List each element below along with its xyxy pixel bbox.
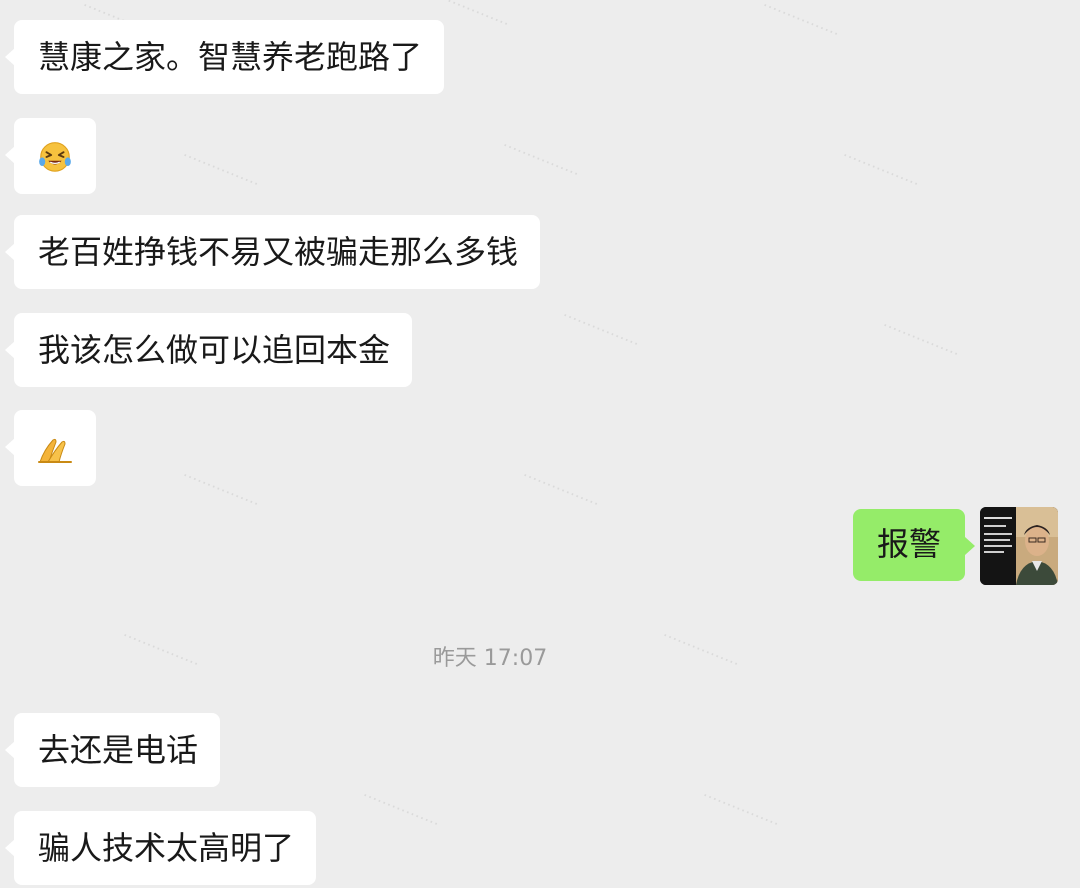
watermark-text: ················ [179, 465, 262, 514]
crying-laughing-face-icon [39, 142, 71, 172]
message-text: 我该怎么做可以追回本金 [38, 331, 391, 369]
message-text: 慧康之家。智慧养老跑路了 [38, 38, 423, 76]
message-text: 骗人技术太高明了 [38, 829, 295, 867]
message-text: 老百姓挣钱不易又被骗走那么多钱 [38, 233, 519, 271]
message-bubble-incoming[interactable]: 去还是电话 [4, 713, 221, 787]
watermark-text: ················ [359, 785, 442, 834]
watermark-text: ················ [179, 145, 262, 194]
avatar-image [980, 507, 1058, 585]
watermark-text: ················ [499, 135, 582, 184]
watermark-text: ················ [519, 465, 602, 514]
watermark-text: ················ [699, 785, 782, 834]
message-bubble-incoming[interactable] [5, 118, 96, 194]
timestamp: 昨天 17:07 [432, 646, 548, 671]
message-bubble-outgoing[interactable]: 报警 [853, 509, 976, 581]
message-text: 报警 [877, 525, 942, 563]
avatar[interactable] [980, 507, 1058, 585]
message-bubble-incoming[interactable]: 老百姓挣钱不易又被骗走那么多钱 [4, 215, 541, 289]
folded-hands-icon [38, 438, 72, 463]
message-bubble-incoming[interactable] [5, 410, 96, 486]
message-bubble-incoming[interactable]: 骗人技术太高明了 [4, 811, 317, 885]
message-bubble-incoming[interactable]: 我该怎么做可以追回本金 [4, 313, 413, 387]
watermark-text: ················ [559, 305, 642, 354]
watermark-text: ················ [759, 0, 842, 44]
watermark-text: ················ [879, 315, 962, 364]
watermark-text: ················ [839, 145, 922, 194]
message-text: 去还是电话 [38, 731, 199, 769]
chat-area[interactable]: ················ ················ ······… [0, 0, 1080, 888]
message-bubble-incoming[interactable]: 慧康之家。智慧养老跑路了 [4, 20, 445, 94]
